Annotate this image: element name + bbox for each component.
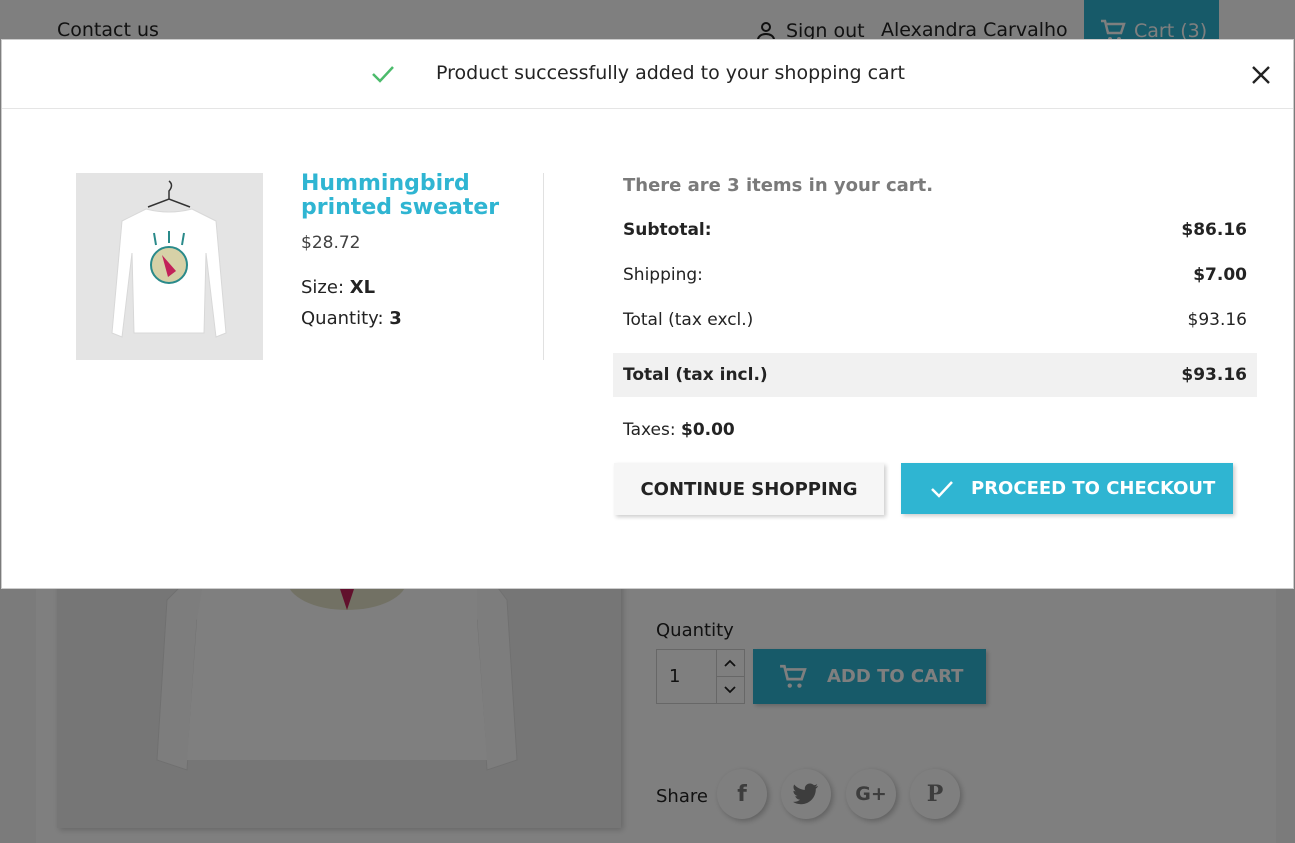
proceed-to-checkout-label: PROCEED TO CHECKOUT [971,478,1216,499]
modal-title: Product successfully added to your shopp… [436,62,905,84]
taxes-value: $0.00 [680,420,735,440]
proceed-to-checkout-button[interactable]: PROCEED TO CHECKOUT [901,463,1233,514]
quantity-label: Quantity: [301,308,384,329]
continue-shopping-button[interactable]: CONTINUE SHOPPING [614,463,884,515]
total-excl-label: Total (tax excl.) [623,310,754,330]
total-excl-value: $93.16 [1187,310,1247,330]
subtotal-value: $86.16 [1181,220,1247,240]
close-button[interactable] [1247,61,1275,89]
size-value: XL [349,277,376,298]
product-quantity: Quantity: 3 [301,308,402,329]
quantity-value: 3 [389,308,402,329]
check-icon [931,480,953,498]
shipping-label: Shipping: [623,265,703,285]
check-icon [372,66,394,83]
cart-items-count: There are 3 items in your cart. [623,175,934,196]
total-excl-row: Total (tax excl.) $93.16 [613,298,1257,342]
total-incl-row: Total (tax incl.) $93.16 [613,353,1257,397]
product-price: $28.72 [301,233,361,253]
total-incl-label: Total (tax incl.) [623,365,768,385]
vertical-divider [543,173,544,360]
subtotal-label: Subtotal: [623,220,712,240]
size-label: Size: [301,277,345,298]
taxes-label: Taxes: [623,420,676,440]
modal-header: Product successfully added to your shopp… [2,40,1293,109]
product-thumbnail [76,173,263,360]
close-icon [1252,66,1270,84]
total-incl-value: $93.16 [1181,365,1247,385]
shipping-row: Shipping: $7.00 [613,253,1257,297]
subtotal-row: Subtotal: $86.16 [613,208,1257,252]
shipping-value: $7.00 [1193,265,1247,285]
continue-shopping-label: CONTINUE SHOPPING [640,478,858,500]
taxes-line: Taxes: $0.00 [623,420,735,440]
add-to-cart-modal: Product successfully added to your shopp… [1,39,1294,589]
product-name[interactable]: Hummingbird printed sweater [301,172,521,220]
product-size: Size: XL [301,277,375,298]
